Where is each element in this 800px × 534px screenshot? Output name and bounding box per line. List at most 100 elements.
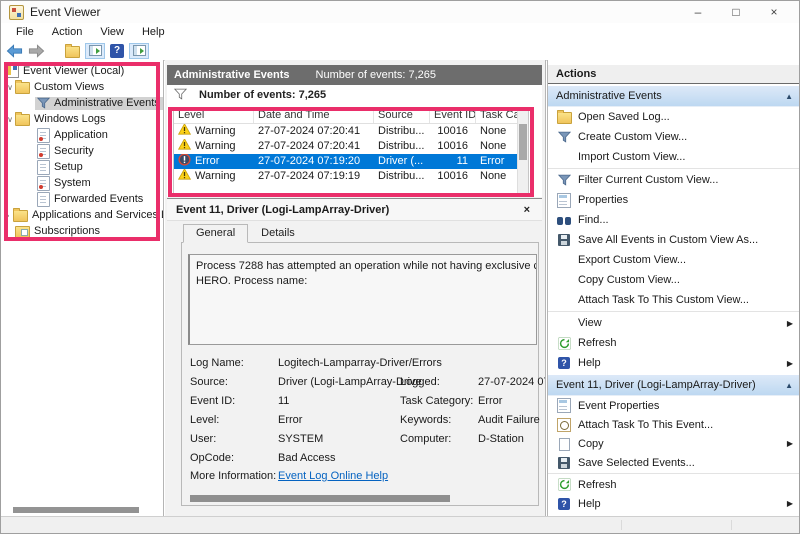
expander-icon[interactable]: ∨ bbox=[5, 83, 15, 92]
action-pane-icon bbox=[133, 45, 146, 56]
action-help[interactable]: Help▶ bbox=[548, 353, 800, 373]
action-view[interactable]: View▶ bbox=[548, 313, 800, 333]
column-source[interactable]: Source bbox=[374, 108, 430, 123]
expander-icon[interactable]: › bbox=[3, 211, 13, 220]
tree-item-system[interactable]: System bbox=[1, 175, 163, 191]
selected-highlight: Administrative Events bbox=[35, 97, 163, 110]
tree-item-custom-views[interactable]: ∨ Custom Views bbox=[1, 79, 163, 95]
action-save-all-events[interactable]: Save All Events in Custom View As... bbox=[548, 230, 800, 250]
folder-icon bbox=[15, 82, 30, 94]
action-refresh[interactable]: Refresh bbox=[548, 333, 800, 353]
column-level[interactable]: Level bbox=[174, 108, 254, 123]
menu-view[interactable]: View bbox=[91, 26, 133, 38]
detail-close-icon[interactable]: × bbox=[524, 204, 530, 216]
table-row[interactable]: Warning 27-07-2024 07:19:19 Distribu... … bbox=[174, 169, 528, 184]
events-vertical-scrollbar[interactable] bbox=[517, 108, 528, 194]
warning-icon bbox=[178, 169, 191, 184]
action-event-properties[interactable]: Event Properties bbox=[548, 396, 800, 415]
refresh-icon bbox=[558, 478, 571, 491]
submenu-arrow-icon: ▶ bbox=[787, 319, 793, 328]
help-toolbar-icon[interactable] bbox=[110, 44, 124, 58]
event-log-icon bbox=[37, 176, 50, 191]
menu-help[interactable]: Help bbox=[133, 26, 174, 38]
action-attach-task-custom-view[interactable]: Attach Task To This Custom View... bbox=[548, 290, 800, 310]
filter-icon bbox=[558, 174, 571, 186]
open-folder-icon[interactable] bbox=[65, 46, 80, 58]
action-attach-task-to-event[interactable]: Attach Task To This Event... bbox=[548, 415, 800, 434]
event-description-box[interactable]: Process 7288 has attempted an operation … bbox=[188, 254, 537, 345]
tree-item-application[interactable]: Application bbox=[1, 127, 163, 143]
column-date-and-time[interactable]: Date and Time bbox=[254, 108, 374, 123]
field-task-category: Task Category:Error bbox=[400, 395, 502, 407]
collapse-icon[interactable]: ▲ bbox=[785, 92, 793, 101]
properties-icon bbox=[557, 398, 571, 413]
tree-item-security[interactable]: Security bbox=[1, 143, 163, 159]
action-refresh-event[interactable]: Refresh bbox=[548, 475, 800, 494]
collapse-icon[interactable]: ▲ bbox=[785, 381, 793, 390]
actions-title: Actions bbox=[548, 65, 800, 84]
tab-details[interactable]: Details bbox=[248, 224, 308, 242]
action-pane-toggle-button[interactable] bbox=[129, 43, 149, 59]
table-row[interactable]: Warning 27-07-2024 07:20:41 Distribu... … bbox=[174, 139, 528, 154]
action-export-custom-view[interactable]: Export Custom View... bbox=[548, 250, 800, 270]
action-import-custom-view[interactable]: Import Custom View... bbox=[548, 147, 800, 167]
save-icon bbox=[558, 234, 570, 246]
action-find[interactable]: Find... bbox=[548, 210, 800, 230]
event-detail-title: Event 11, Driver (Logi-LampArray-Driver) bbox=[176, 204, 389, 216]
scrollbar-thumb[interactable] bbox=[519, 124, 527, 160]
forward-button[interactable] bbox=[28, 44, 45, 58]
table-row[interactable]: Warning 27-07-2024 07:20:41 Distribu... … bbox=[174, 124, 528, 139]
separator bbox=[548, 168, 800, 169]
action-open-saved-log[interactable]: Open Saved Log... bbox=[548, 107, 800, 127]
action-copy[interactable]: Copy▶ bbox=[548, 434, 800, 453]
table-row-selected[interactable]: Error 27-07-2024 07:19:20 Driver (... 11… bbox=[174, 154, 528, 169]
action-filter-current-custom-view[interactable]: Filter Current Custom View... bbox=[548, 170, 800, 190]
divider bbox=[621, 520, 622, 530]
action-create-custom-view[interactable]: Create Custom View... bbox=[548, 127, 800, 147]
details-horizontal-scrollbar[interactable] bbox=[190, 495, 450, 502]
folder-icon bbox=[13, 210, 28, 222]
field-logged: Logged:27-07-2024 07 bbox=[400, 376, 546, 388]
description-line-1: Process 7288 has attempted an operation … bbox=[196, 259, 536, 274]
tree-item-subscriptions[interactable]: Subscriptions bbox=[1, 223, 163, 239]
tree-item-forwarded-events[interactable]: Forwarded Events bbox=[1, 191, 163, 207]
expander-icon[interactable]: ∨ bbox=[5, 115, 15, 124]
table-header-row: Level Date and Time Source Event ID Task… bbox=[174, 108, 528, 124]
events-count: Number of events: 7,265 bbox=[316, 69, 436, 81]
action-properties[interactable]: Properties bbox=[548, 190, 800, 210]
submenu-arrow-icon: ▶ bbox=[787, 499, 793, 508]
menu-file[interactable]: File bbox=[7, 26, 43, 38]
field-opcode: OpCode:Bad Access bbox=[190, 452, 335, 464]
event-log-icon bbox=[37, 192, 50, 207]
field-user: User:SYSTEM bbox=[190, 433, 323, 445]
window-bottom-strip bbox=[1, 516, 799, 533]
close-button[interactable]: × bbox=[755, 5, 793, 19]
help-icon bbox=[558, 498, 570, 510]
maximize-button[interactable]: □ bbox=[717, 5, 755, 19]
event-log-icon bbox=[37, 128, 50, 143]
action-copy-custom-view[interactable]: Copy Custom View... bbox=[548, 270, 800, 290]
back-button[interactable] bbox=[6, 44, 23, 58]
field-computer: Computer:D-Station bbox=[400, 433, 524, 445]
action-help-event[interactable]: Help▶ bbox=[548, 494, 800, 513]
tree-item-applications-and-services[interactable]: › Applications and Services Log bbox=[1, 207, 163, 223]
field-event-id: Event ID:11 bbox=[190, 395, 289, 407]
menu-action[interactable]: Action bbox=[43, 26, 92, 38]
tab-general[interactable]: General bbox=[183, 224, 248, 243]
console-tree-toggle-button[interactable] bbox=[85, 43, 105, 59]
actions-section-administrative-events[interactable]: Administrative Events ▲ bbox=[548, 86, 800, 107]
tree-item-event-viewer-local[interactable]: Event Viewer (Local) bbox=[1, 63, 163, 79]
tree-item-windows-logs[interactable]: ∨ Windows Logs bbox=[1, 111, 163, 127]
tree-item-setup[interactable]: Setup bbox=[1, 159, 163, 175]
column-event-id[interactable]: Event ID bbox=[430, 108, 476, 123]
event-log-online-help-link[interactable]: Event Log Online Help bbox=[278, 470, 388, 482]
column-task-category[interactable]: Task Ca... bbox=[476, 108, 520, 123]
action-save-selected-events[interactable]: Save Selected Events... bbox=[548, 453, 800, 472]
tree-item-administrative-events[interactable]: Administrative Events bbox=[1, 95, 163, 111]
submenu-arrow-icon: ▶ bbox=[787, 359, 793, 368]
minimize-button[interactable]: – bbox=[679, 5, 717, 19]
actions-section-event-11[interactable]: Event 11, Driver (Logi-LampArray-Driver)… bbox=[548, 375, 800, 396]
filter-count: Number of events: 7,265 bbox=[199, 89, 326, 101]
warning-icon bbox=[178, 139, 191, 154]
tree-horizontal-scrollbar[interactable] bbox=[13, 507, 139, 513]
